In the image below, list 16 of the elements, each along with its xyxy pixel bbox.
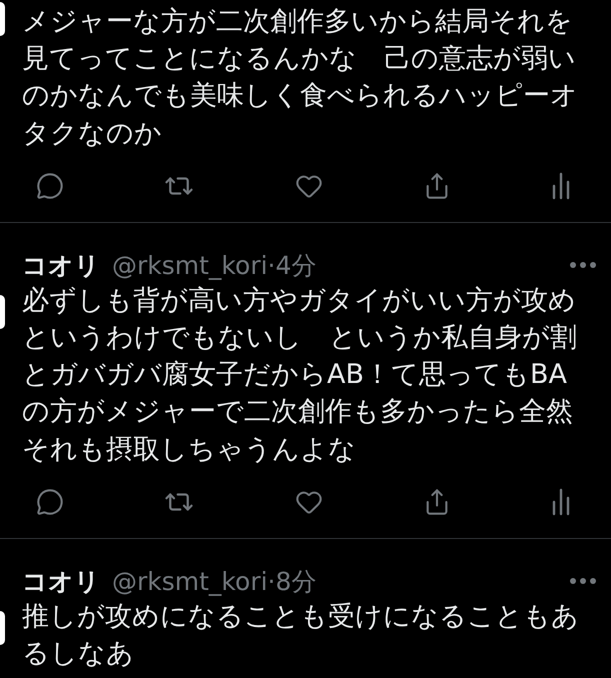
tweet-meta: @rksmt_kori·8分 <box>112 566 318 598</box>
avatar[interactable] <box>0 2 5 36</box>
avatar[interactable] <box>0 294 5 329</box>
reply-icon[interactable] <box>36 488 64 516</box>
analytics-icon[interactable] <box>551 488 571 516</box>
avatar[interactable] <box>0 610 5 645</box>
more-icon[interactable] <box>569 577 597 586</box>
tweet-text: 推しが攻めになることも受けになることもあるしなあ <box>22 600 580 672</box>
reply-icon[interactable] <box>36 172 64 200</box>
author-name: コオリ <box>22 250 100 282</box>
tweet-text: メジャーな方が二次創作多いから結局それを見てってことになるんかな 己の意志が弱いのかなんでも美味しく食べられるハッピーオタクなのか <box>22 5 579 151</box>
analytics-icon[interactable] <box>551 172 571 200</box>
more-icon[interactable] <box>569 261 597 270</box>
tweet-meta: @rksmt_kori·4分 <box>112 250 318 282</box>
tweet-text: 必ずしも背が高い方やガタイがいい方が攻めというわけでもないし というか私自身が割とガバガバ腐女子だからAB！て思ってもBAの方がメジャーで二次創作も多かったら全然それも摂取しちゃうんよな <box>22 284 578 467</box>
author-name: コオリ <box>22 566 100 598</box>
